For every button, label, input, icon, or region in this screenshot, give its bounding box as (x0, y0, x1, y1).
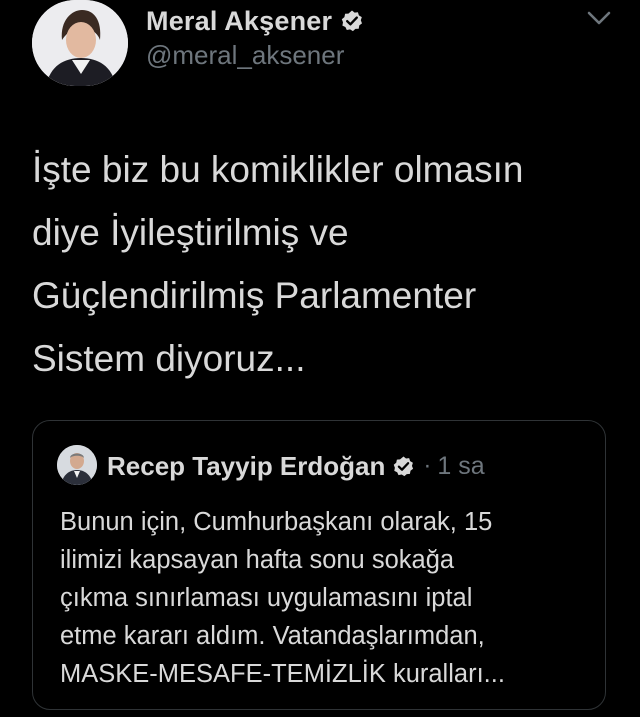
quoted-separator: · (423, 452, 432, 479)
chevron-down-icon[interactable] (586, 8, 612, 28)
author-handle[interactable]: @meral_aksener (146, 40, 344, 71)
author-name-row[interactable]: Meral Akşener (146, 2, 364, 40)
quoted-author-avatar[interactable] (57, 445, 97, 485)
quoted-header: Recep Tayyip Erdoğan · 1 sa (107, 447, 485, 485)
quoted-timestamp[interactable]: 1 sa (437, 452, 484, 481)
tweet: Meral Akşener @meral_aksener İşte biz bu… (0, 0, 640, 717)
quoted-verified-badge-icon (392, 455, 415, 478)
author-display-name[interactable]: Meral Akşener (146, 6, 332, 37)
quoted-tweet[interactable]: Recep Tayyip Erdoğan · 1 sa Bunun için, … (32, 420, 606, 710)
quoted-author-name[interactable]: Recep Tayyip Erdoğan (107, 451, 385, 482)
tweet-text: İşte biz bu komiklikler olmasın diye İyi… (32, 149, 524, 379)
verified-badge-icon (340, 9, 364, 33)
quoted-tweet-text: Bunun için, Cumhurbaşkanı olarak, 15 ili… (60, 508, 505, 688)
author-avatar[interactable] (32, 0, 128, 86)
